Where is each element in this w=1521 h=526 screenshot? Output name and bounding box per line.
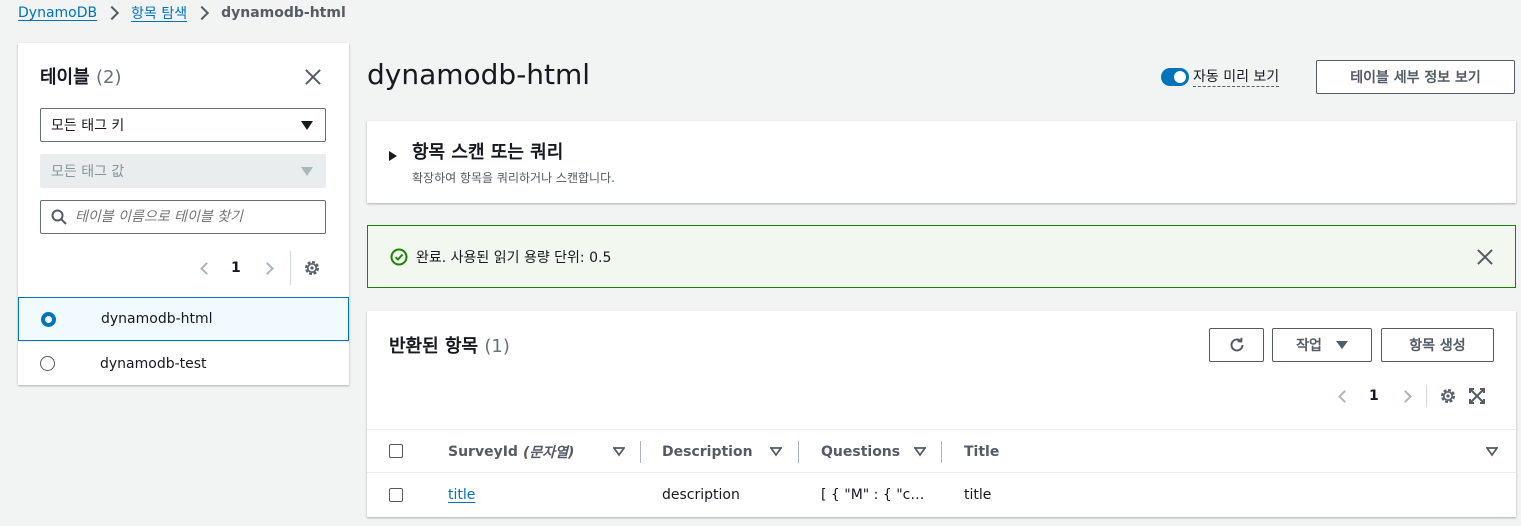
column-label: Description <box>662 444 753 460</box>
success-flash: 완료. 사용된 읽기 용량 단위: 0.5 <box>367 225 1516 288</box>
breadcrumb-current: dynamodb-html <box>221 5 346 21</box>
column-header-description[interactable]: Description <box>662 430 753 474</box>
chevron-right-icon <box>195 5 210 21</box>
gear-icon[interactable] <box>1439 387 1457 405</box>
column-header-questions[interactable]: Questions <box>821 430 900 474</box>
tables-count: (2) <box>95 67 122 88</box>
chevron-left-icon[interactable] <box>1338 389 1351 403</box>
scan-query-expander[interactable]: 항목 스캔 또는 쿼리 확장하여 항목을 쿼리하거나 스캔합니다. <box>367 121 1516 203</box>
actions-button[interactable]: 작업 <box>1272 328 1372 362</box>
page-title: dynamodb-html <box>367 58 591 91</box>
select-all-checkbox[interactable] <box>389 444 403 458</box>
items-table-header: SurveyId (문자열) Description Questions Tit… <box>367 429 1516 473</box>
column-header-surveyid[interactable]: SurveyId (문자열) <box>448 430 574 474</box>
tag-key-select-value: 모든 태그 키 <box>51 118 125 134</box>
column-divider[interactable] <box>941 441 942 463</box>
actions-button-label: 작업 <box>1296 338 1322 354</box>
returned-items-section: 반환된 항목 (1) 작업 항목 생성 1 SurveyId (문자열) Des… <box>367 311 1516 517</box>
row-checkbox[interactable] <box>389 488 403 502</box>
check-circle-icon <box>390 248 408 265</box>
breadcrumb-dynamodb-link[interactable]: DynamoDB <box>18 5 97 21</box>
column-label: SurveyId <box>448 444 518 460</box>
expander-title[interactable]: 항목 스캔 또는 쿼리 <box>412 138 563 164</box>
fullscreen-icon[interactable] <box>1468 388 1485 404</box>
caret-down-icon <box>301 167 313 176</box>
chevron-right-icon[interactable] <box>260 261 274 275</box>
create-item-button[interactable]: 항목 생성 <box>1381 328 1494 362</box>
table-row[interactable]: dynamodb-test <box>18 341 349 385</box>
column-divider[interactable] <box>640 441 641 463</box>
tables-panel: 테이블 (2) 모든 태그 키 모든 태그 값 1 dynamodb-html <box>18 43 349 385</box>
table-row[interactable]: dynamodb-html <box>18 297 349 341</box>
breadcrumb-explore-items-link[interactable]: 항목 탐색 <box>131 3 187 23</box>
caret-down-icon <box>301 121 313 130</box>
sort-caret-icon[interactable] <box>770 447 782 457</box>
expander-description: 확장하여 항목을 쿼리하거나 스캔합니다. <box>412 171 615 185</box>
auto-preview-label[interactable]: 자동 미리 보기 <box>1193 66 1280 87</box>
chevron-left-icon[interactable] <box>200 261 213 275</box>
column-label: Questions <box>821 444 901 460</box>
tables-page-number[interactable]: 1 <box>231 260 241 276</box>
column-divider[interactable] <box>798 441 799 463</box>
table-row: title description [ { "M" : { "c… title <box>367 473 1516 517</box>
item-link[interactable]: title <box>448 487 475 503</box>
column-header-title[interactable]: Title <box>964 430 999 474</box>
chevron-right-icon[interactable] <box>1398 389 1412 403</box>
table-name: dynamodb-html <box>101 311 213 327</box>
items-pagination: 1 <box>1338 385 1485 407</box>
divider <box>289 251 291 285</box>
divider <box>1425 385 1427 407</box>
table-radio-selected[interactable] <box>41 311 56 327</box>
table-search-input[interactable] <box>75 209 315 225</box>
table-search-box[interactable] <box>40 200 326 234</box>
auto-preview-toggle[interactable] <box>1161 67 1189 86</box>
cell-title: title <box>964 487 992 503</box>
cell-questions: [ { "M" : { "c… <box>821 487 925 503</box>
sort-caret-icon[interactable] <box>1486 447 1498 457</box>
sort-caret-icon[interactable] <box>613 447 625 457</box>
column-type-label: (문자열) <box>522 445 575 461</box>
returned-items-title: 반환된 항목 (1) <box>389 332 510 358</box>
chevron-right-icon <box>105 5 120 21</box>
close-panel-icon[interactable] <box>303 67 323 87</box>
sort-caret-icon[interactable] <box>914 447 926 457</box>
table-name: dynamodb-test <box>100 355 207 372</box>
caret-down-icon <box>1335 341 1348 349</box>
items-page-number[interactable]: 1 <box>1369 388 1379 404</box>
column-label: Title <box>964 444 1000 460</box>
auto-preview-toggle-wrap: 자동 미리 보기 <box>1161 66 1280 87</box>
tag-key-select[interactable]: 모든 태그 키 <box>40 108 326 142</box>
tables-panel-title: 테이블 (2) <box>40 63 121 89</box>
flash-message: 완료. 사용된 읽기 용량 단위: 0.5 <box>416 249 612 266</box>
dismiss-flash-icon[interactable] <box>1475 247 1495 267</box>
refresh-button[interactable] <box>1209 328 1264 362</box>
caret-right-icon[interactable] <box>389 151 397 161</box>
refresh-icon <box>1230 337 1243 352</box>
cell-description: description <box>662 487 740 503</box>
tag-value-select-value: 모든 태그 값 <box>51 164 125 180</box>
tag-value-select: 모든 태그 값 <box>40 154 326 188</box>
breadcrumb: DynamoDB 항목 탐색 dynamodb-html <box>18 2 346 24</box>
gear-icon[interactable] <box>303 259 321 277</box>
cell-surveyid[interactable]: title <box>448 473 475 517</box>
returned-items-title-text: 반환된 항목 <box>389 336 479 357</box>
view-table-details-button[interactable]: 테이블 세부 정보 보기 <box>1316 60 1515 94</box>
table-radio[interactable] <box>40 356 55 371</box>
tables-panel-title-text: 테이블 <box>40 67 90 88</box>
search-icon <box>51 209 67 225</box>
returned-items-count: (1) <box>484 336 510 357</box>
tables-pagination: 1 <box>200 251 321 285</box>
